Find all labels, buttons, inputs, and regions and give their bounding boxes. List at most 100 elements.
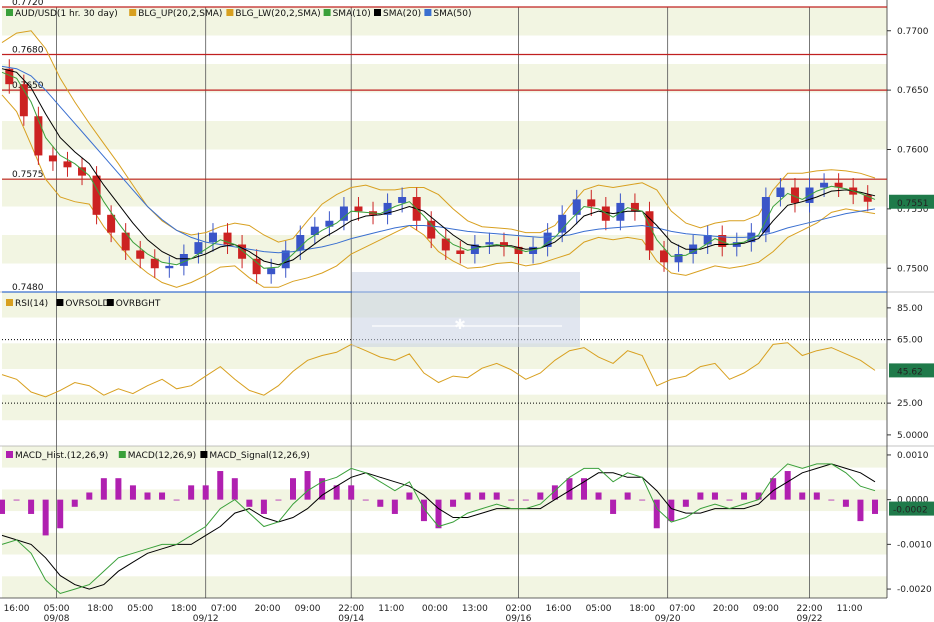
macd-histogram-bar <box>479 492 486 500</box>
x-time-label: 05:00 <box>586 604 612 614</box>
price-band <box>2 149 887 178</box>
price-last-value: 0.7551 <box>897 199 929 209</box>
legend-swatch <box>6 299 13 306</box>
macd-histogram-bar <box>348 485 355 500</box>
x-time-label: 18:00 <box>171 604 197 614</box>
macd-histogram-bar <box>813 492 820 500</box>
candle-body <box>660 250 669 263</box>
macd-histogram-bar <box>595 492 602 500</box>
x-time-label: 09:00 <box>295 604 321 614</box>
macd-histogram-bar <box>115 478 122 500</box>
x-time-label: 22:00 <box>338 604 364 614</box>
x-time-label: 20:00 <box>255 604 281 614</box>
rsi-tick-label: 5.0000 <box>897 431 929 441</box>
macd-histogram-bar <box>129 485 136 500</box>
candle-body <box>252 258 261 275</box>
x-time-label: 16:00 <box>4 604 30 614</box>
x-time-label: 11:00 <box>378 604 404 614</box>
price-tick-label: 0.7500 <box>897 264 929 274</box>
macd-histogram-bar <box>697 492 704 500</box>
price-band <box>2 35 887 64</box>
macd-histogram-bar <box>711 492 718 500</box>
legend-swatch <box>6 9 13 16</box>
x-time-label: 13:00 <box>462 604 488 614</box>
rsi-band <box>2 420 887 446</box>
macd-histogram-bar <box>144 492 151 500</box>
candle-body <box>820 182 829 188</box>
x-time-label: 18:00 <box>87 604 113 614</box>
x-time-label: 05:00 <box>44 604 70 614</box>
macd-histogram-bar <box>290 478 296 500</box>
rsi-band <box>2 369 887 395</box>
candle-body <box>427 220 436 239</box>
legend-swatch <box>129 9 137 16</box>
candle-body <box>776 187 785 197</box>
legend-swatch <box>226 9 234 16</box>
level-label: 0.7480 <box>12 283 44 293</box>
macd-histogram-bar <box>682 499 689 507</box>
macd-last-value: -0.0002 <box>893 506 928 516</box>
price-band <box>2 64 887 93</box>
legend-label: BLG_UP(20,2,SMA) <box>138 9 222 19</box>
x-time-label: 09:00 <box>753 604 779 614</box>
macd-histogram-bar <box>202 485 209 500</box>
macd-histogram-bar <box>842 499 849 507</box>
macd-histogram-bar <box>231 478 238 500</box>
macd-histogram-bar <box>493 492 500 500</box>
macd-histogram-bar <box>639 499 646 501</box>
macd-histogram-bar <box>0 499 5 514</box>
macd-histogram-bar <box>828 499 835 501</box>
rsi-tick-label: 25.00 <box>897 399 923 409</box>
price-band <box>2 92 887 121</box>
candle-body <box>281 250 290 269</box>
candle-body <box>354 206 363 212</box>
candle-body <box>398 197 407 203</box>
legend-label: MACD(12,26,9) <box>128 451 196 461</box>
x-date-label: 09/20 <box>655 614 681 622</box>
macd-histogram-bar <box>28 499 35 514</box>
x-time-label: 11:00 <box>837 604 863 614</box>
candle-body <box>485 242 494 245</box>
x-date-label: 09/16 <box>506 614 532 622</box>
legend-label: SMA(10) <box>333 9 371 19</box>
legend-swatch <box>106 299 114 306</box>
macd-histogram-bar <box>420 499 427 522</box>
level-label: 0.7720 <box>12 0 44 8</box>
legend-label: SMA(20) <box>383 9 421 19</box>
macd-histogram-bar <box>464 492 471 500</box>
macd-histogram-bar <box>377 499 384 507</box>
rsi-band <box>2 343 887 369</box>
legend-swatch <box>323 9 331 16</box>
macd-histogram-bar <box>159 492 166 500</box>
x-time-label: 16:00 <box>546 604 572 614</box>
candle-body <box>34 116 43 156</box>
legend-swatch <box>6 451 13 458</box>
macd-histogram-bar <box>100 478 107 500</box>
macd-histogram-bar <box>522 499 529 501</box>
rsi-tick-label: 85.00 <box>897 304 923 314</box>
candle-body <box>339 206 348 221</box>
macd-histogram-bar <box>57 499 64 529</box>
x-time-label: 07:00 <box>211 604 237 614</box>
candle-body <box>92 175 101 215</box>
candle-body <box>121 232 130 251</box>
macd-histogram-bar <box>275 499 282 501</box>
candle-body <box>19 84 28 117</box>
legend-label: OVRSOLD <box>65 299 109 309</box>
macd-histogram-bar <box>610 499 617 514</box>
candle-body <box>136 250 145 259</box>
macd-histogram-bar <box>450 499 457 507</box>
macd-histogram-bar <box>508 499 515 501</box>
macd-histogram-bar <box>784 471 791 500</box>
macd-histogram-bar <box>86 492 93 500</box>
macd-band <box>2 576 887 598</box>
macd-tick-label: -0.0020 <box>897 585 932 595</box>
watermark-overlay <box>352 272 580 347</box>
x-time-label: 07:00 <box>669 604 695 614</box>
macd-histogram-bar <box>857 499 864 522</box>
macd-histogram-bar <box>188 485 195 500</box>
price-tick-label: 0.7600 <box>897 146 929 156</box>
macd-histogram-bar <box>726 499 733 501</box>
macd-histogram-bar <box>741 492 748 500</box>
x-time-label: 02:00 <box>506 604 532 614</box>
